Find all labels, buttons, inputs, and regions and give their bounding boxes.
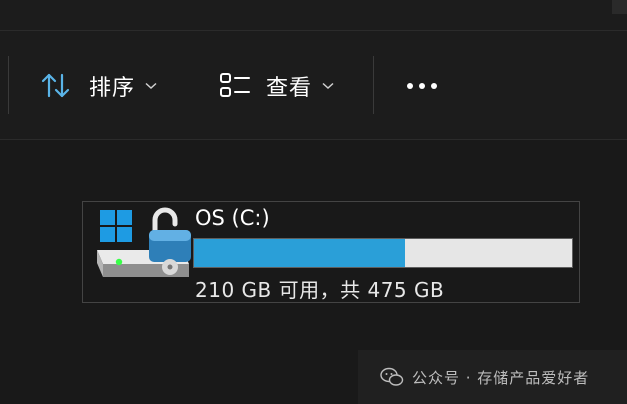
view-label: 查看 (266, 76, 313, 101)
sort-label: 排序 (89, 76, 136, 101)
drive-free-space-text: 210 GB 可用，共 475 GB (195, 278, 445, 302)
watermark: 公众号 · 存储产品爱好者 (358, 350, 627, 404)
storage-usage-bar (193, 238, 573, 268)
chevron-down-icon (145, 82, 157, 90)
top-scrollbar-edge[interactable] (612, 0, 627, 14)
drive-tile-c[interactable]: OS (C:) 210 GB 可用，共 475 GB (82, 201, 580, 303)
toolbar-separator (373, 56, 374, 114)
file-explorer-window: 排序 查看 OS (C:) 210 GB 可用，共 475 GB 公众号 · 存… (0, 0, 627, 404)
sort-arrows-icon (41, 73, 70, 98)
drive-name: OS (C:) (195, 206, 270, 230)
watermark-text: 公众号 · 存储产品爱好者 (412, 368, 590, 387)
toolbar-separator (8, 56, 9, 114)
view-layout-icon (220, 73, 250, 97)
drive-icon-group (97, 207, 191, 277)
sort-button[interactable]: 排序 (40, 58, 157, 114)
more-options-button[interactable] (400, 58, 444, 114)
windows-logo-icon (100, 210, 132, 242)
view-button[interactable]: 查看 (218, 58, 334, 114)
title-bar-area (0, 0, 627, 30)
chevron-down-icon (322, 82, 334, 90)
wechat-icon (380, 367, 404, 386)
more-dots-icon (407, 83, 437, 89)
divider (0, 139, 627, 140)
storage-usage-fill (194, 239, 405, 267)
